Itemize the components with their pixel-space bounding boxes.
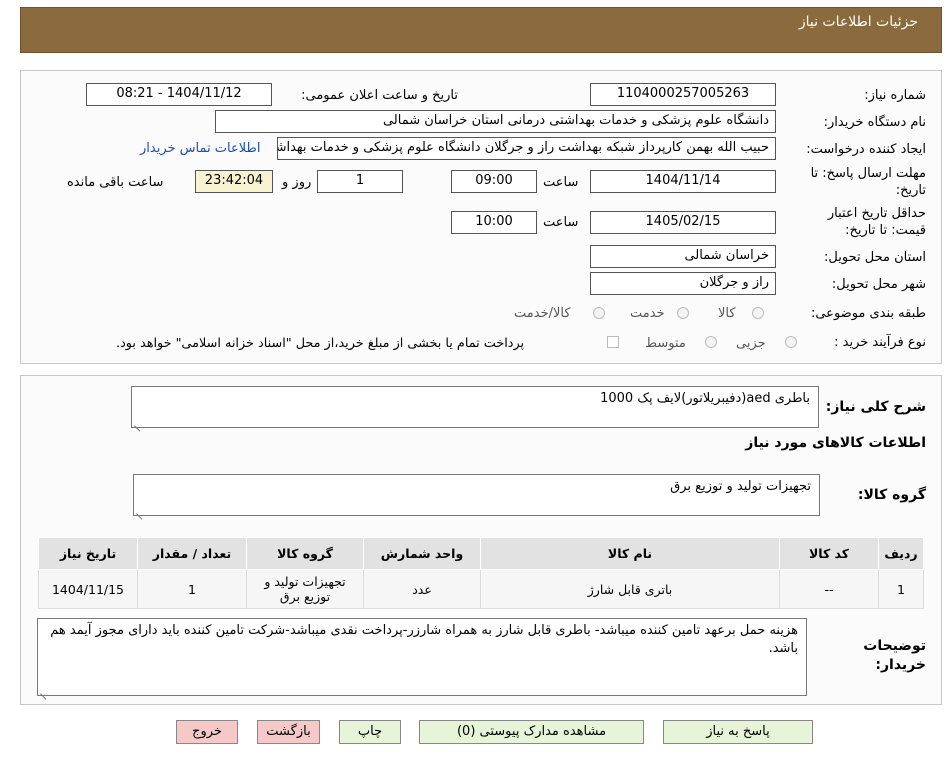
cell-quantity: 1 (137, 569, 247, 609)
buyer-notes-label-1: توضیحات (863, 638, 926, 654)
treasury-payment-checkbox[interactable] (607, 336, 619, 348)
table-header-row: ردیف کد کالا نام کالا واحد شمارش گروه کا… (38, 537, 924, 570)
cell-item-name: باتری قابل شارژ (480, 569, 780, 609)
remaining-label: ساعت باقی مانده (67, 175, 164, 190)
col-header-need-date: تاریخ نیاز (38, 537, 138, 570)
category-radio-goods-service[interactable] (593, 307, 605, 319)
reply-button[interactable]: پاسخ به نیاز (663, 720, 813, 744)
category-radio-goods[interactable] (752, 307, 764, 319)
process-label: نوع فرآیند خرید : (834, 335, 926, 350)
table-row: 1 -- باتری قابل شارژ عدد تجهیزات تولید و… (38, 569, 924, 609)
need-number-label: شماره نیاز: (864, 88, 926, 103)
cell-row-number: 1 (878, 569, 924, 609)
category-label: طبقه بندی موضوعی: (810, 306, 926, 321)
city-field: راز و جرگلان (590, 272, 776, 295)
col-header-item-code: کد کالا (779, 537, 879, 570)
print-button[interactable]: چاپ (339, 720, 401, 744)
attachments-button[interactable]: مشاهده مدارک پیوستی (0) (419, 720, 644, 744)
cell-need-date: 1404/11/15 (38, 569, 138, 609)
col-header-quantity: تعداد / مقدار (137, 537, 247, 570)
buyer-notes-textarea[interactable]: هزینه حمل برعهد تامین کننده میباشد- باطر… (37, 618, 807, 696)
category-option-service: خدمت (630, 306, 665, 321)
validity-time-field: 10:00 (451, 211, 537, 234)
creator-field: حبیب الله بهمن کارپرداز شبکه بهداشت راز … (277, 137, 776, 160)
days-field: 1 (317, 170, 403, 193)
summary-text: باطری aed(دفیبریلاتور)لایف پک 1000 (600, 391, 810, 406)
deadline-time-label: ساعت (543, 175, 579, 190)
goods-group-text: تجهیزات تولید و توزیع برق (670, 479, 811, 494)
process-option-minor: جزیی (736, 336, 766, 351)
deadline-label-1: مهلت ارسال پاسخ: تا (810, 166, 926, 181)
category-option-goods: کالا (718, 306, 736, 321)
summary-textarea[interactable]: باطری aed(دفیبریلاتور)لایف پک 1000 (131, 386, 819, 428)
cell-unit: عدد (363, 569, 481, 609)
deadline-label-2: تاریخ: (895, 183, 926, 198)
payment-note: پرداخت تمام یا بخشی از مبلغ خرید،از محل … (116, 336, 525, 351)
buyer-notes-text: هزینه حمل برعهد تامین کننده میباشد- باطر… (50, 623, 798, 656)
province-field: خراسان شمالی (590, 245, 776, 268)
buyer-contact-link[interactable]: اطلاعات تماس خریدار (140, 141, 260, 156)
creator-label: ایجاد کننده درخواست: (806, 142, 926, 157)
category-radio-service[interactable] (677, 307, 689, 319)
resize-handle-icon[interactable] (40, 686, 48, 694)
need-number-field: 1104000257005263 (590, 83, 776, 106)
process-option-medium: متوسط (645, 336, 686, 351)
category-option-goods-service: کالا/خدمت (514, 306, 571, 321)
col-header-item-name: نام کالا (480, 537, 780, 570)
goods-group-textarea[interactable]: تجهیزات تولید و توزیع برق (133, 474, 820, 516)
buyer-notes-label-2: خریدار: (875, 657, 926, 673)
resize-handle-icon[interactable] (136, 506, 144, 514)
summary-label: شرح کلی نیاز: (825, 399, 926, 415)
col-header-unit: واحد شمارش (363, 537, 481, 570)
remaining-time-field: 23:42:04 (195, 170, 273, 193)
province-label: استان محل تحویل: (824, 250, 926, 265)
deadline-time-field: 09:00 (451, 170, 537, 193)
buyer-org-field: دانشگاه علوم پزشکی و خدمات بهداشتی درمان… (215, 110, 776, 133)
back-button[interactable]: بازگشت (257, 720, 320, 744)
cell-item-code: -- (779, 569, 879, 609)
announce-label: تاریخ و ساعت اعلان عمومی: (301, 88, 458, 103)
col-header-row-number: ردیف (878, 537, 924, 570)
process-radio-medium[interactable] (705, 336, 717, 348)
cell-group: تجهیزات تولید و توزیع برق (246, 569, 364, 609)
buyer-org-label: نام دستگاه خریدار: (823, 115, 926, 130)
page-title: جزئیات اطلاعات نیاز (798, 14, 918, 30)
validity-date-field: 1405/02/15 (590, 211, 776, 234)
validity-label-1: حداقل تاریخ اعتبار (827, 206, 926, 221)
validity-time-label: ساعت (543, 215, 579, 230)
city-label: شهر محل تحویل: (831, 277, 926, 292)
goods-group-label: گروه کالا: (857, 487, 926, 503)
deadline-date-field: 1404/11/14 (590, 170, 776, 193)
process-radio-minor[interactable] (785, 336, 797, 348)
col-header-group: گروه کالا (246, 537, 364, 570)
announce-field: 1404/11/12 - 08:21 (86, 83, 272, 106)
goods-table: ردیف کد کالا نام کالا واحد شمارش گروه کا… (38, 537, 924, 609)
goods-info-title: اطلاعات کالاهای مورد نیاز (745, 435, 926, 451)
exit-button[interactable]: خروج (176, 720, 238, 744)
resize-handle-icon[interactable] (134, 418, 142, 426)
validity-label-2: قیمت: تا تاریخ: (845, 223, 926, 238)
days-label: روز و (282, 175, 312, 190)
